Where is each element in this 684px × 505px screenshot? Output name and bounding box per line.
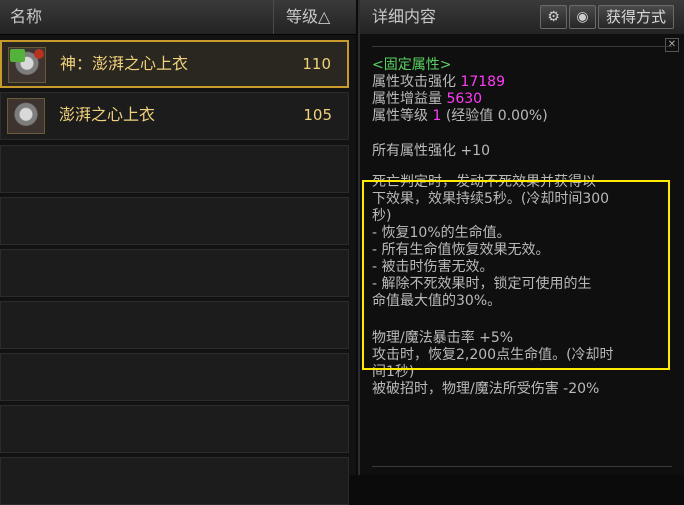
highlight-box — [362, 180, 670, 370]
detail-title: 详细内容 — [372, 7, 437, 26]
empty-list-slot — [0, 353, 349, 401]
empty-list-slot — [0, 457, 349, 505]
empty-list-slot — [0, 301, 349, 349]
item-name: 神：澎湃之心上衣 — [60, 54, 189, 73]
fixed-attr-header: <固定属性> — [372, 57, 452, 73]
compare-icon: ⚙ — [547, 9, 560, 25]
attr-exp-text: (经验值 0.00%) — [445, 108, 548, 124]
list-item[interactable]: 澎湃之心上衣 105 — [0, 92, 349, 140]
attr-attack-label: 属性攻击强化 — [372, 74, 456, 90]
item-level: 110 — [302, 55, 331, 73]
attr-gain-value: 5630 — [446, 91, 483, 107]
armor-icon — [7, 98, 45, 134]
attr-level-row: 属性等级 1 (经验值 0.00%) — [372, 108, 672, 125]
marker-icon — [34, 49, 44, 59]
armor-icon — [8, 47, 46, 83]
name-column-header[interactable]: 名称 — [0, 0, 274, 34]
all-attr-line: 所有属性强化 +10 — [372, 143, 490, 159]
item-list-panel: 名称 等级△ 神：澎湃之心上衣 110 澎湃之心上衣 105 — [0, 0, 356, 505]
divider — [372, 466, 672, 467]
empty-list-slot — [0, 249, 349, 297]
detail-header: 详细内容 ⚙ ◉ 获得方式 — [360, 0, 684, 34]
list-item[interactable]: 神：澎湃之心上衣 110 — [0, 40, 349, 88]
attr-attack-row: 属性攻击强化 17189 — [372, 74, 672, 91]
empty-list-slot — [0, 197, 349, 245]
attr-level-value: 1 — [432, 108, 442, 124]
compare-button[interactable]: ⚙ — [540, 5, 567, 29]
set-badge-icon — [10, 49, 25, 62]
divider — [372, 46, 672, 47]
obtain-method-button[interactable]: 获得方式 — [598, 5, 674, 29]
preview-button[interactable]: ◉ — [569, 5, 596, 29]
list-header: 名称 等级△ — [0, 0, 356, 35]
empty-list-slot — [0, 145, 349, 193]
empty-list-slot — [0, 405, 349, 453]
attr-gain-row: 属性增益量 5630 — [372, 91, 672, 108]
bonus-line: 被破招时，物理/魔法所受伤害 -20% — [372, 381, 600, 397]
item-name: 澎湃之心上衣 — [59, 105, 156, 124]
item-level: 105 — [303, 106, 332, 124]
level-column-header[interactable]: 等级△ — [276, 0, 356, 34]
attr-level-label: 属性等级 — [372, 108, 428, 124]
eye-icon: ◉ — [576, 9, 589, 25]
attr-attack-value: 17189 — [460, 74, 505, 90]
attr-gain-label: 属性增益量 — [372, 91, 442, 107]
